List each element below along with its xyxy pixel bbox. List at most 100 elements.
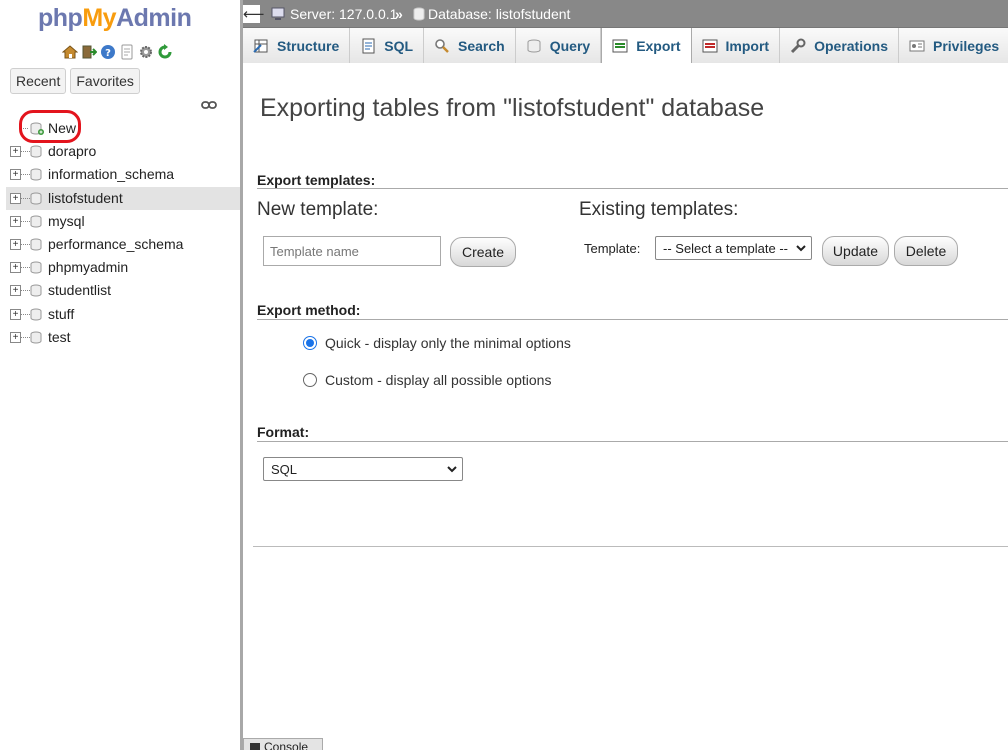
database-icon	[30, 168, 42, 181]
tree-connector	[21, 220, 30, 222]
home-icon[interactable]	[62, 44, 78, 60]
quick-links: ?	[62, 43, 173, 61]
tree-connector	[21, 267, 30, 269]
tab-label: Structure	[277, 37, 340, 54]
settings-icon[interactable]	[138, 44, 154, 60]
favorites-tab[interactable]: Favorites	[70, 68, 140, 94]
content-divider	[253, 546, 1008, 547]
help-icon[interactable]: ?	[100, 44, 116, 60]
wrench-icon	[790, 38, 806, 54]
format-select-value: SQL	[271, 461, 298, 477]
create-button[interactable]: Create	[450, 237, 516, 267]
expand-icon[interactable]: +	[10, 285, 21, 297]
database-icon	[30, 238, 42, 251]
expand-icon[interactable]: +	[10, 262, 21, 274]
section-divider	[257, 188, 1008, 189]
tab-label: Privileges	[933, 37, 1000, 54]
quick-export-option[interactable]: Quick - display only the minimal options	[303, 335, 571, 351]
section-divider	[257, 319, 1008, 320]
tree-connector	[21, 313, 30, 315]
recent-tab[interactable]: Recent	[10, 68, 67, 94]
recent-favorites-tabs: Recent Favorites	[10, 68, 140, 94]
export-templates-heading: Export templates:	[257, 172, 376, 188]
tree-item-stuff[interactable]: + stuff	[6, 303, 240, 326]
template-select[interactable]: -- Select a template --	[655, 236, 812, 260]
tree-item-mysql[interactable]: + mysql	[6, 210, 240, 233]
expand-icon[interactable]: +	[10, 192, 21, 204]
custom-export-option[interactable]: Custom - display all possible options	[303, 372, 551, 388]
breadcrumb-database[interactable]: Database: listofstudent	[413, 6, 570, 22]
breadcrumb-server[interactable]: Server: 127.0.0.1	[271, 6, 397, 22]
tree-item-test[interactable]: + test	[6, 326, 240, 349]
docs-icon[interactable]	[119, 44, 135, 60]
tree-item-label: stuff	[48, 305, 75, 322]
custom-radio[interactable]	[303, 373, 317, 387]
tab-label: Search	[458, 37, 505, 54]
template-name-input[interactable]	[263, 236, 441, 266]
database-tree: New + dorapro + information_schema + listofst…	[6, 117, 240, 349]
main-content: Exporting tables from "listofstudent" da…	[243, 63, 1008, 750]
existing-templates-heading: Existing templates:	[579, 199, 739, 220]
tab-export[interactable]: Export	[601, 28, 692, 64]
logout-icon[interactable]	[81, 44, 97, 60]
quick-radio[interactable]	[303, 336, 317, 350]
console-icon	[250, 742, 260, 750]
database-icon	[30, 261, 42, 274]
tab-query[interactable]: Query	[515, 28, 602, 63]
phpmyadmin-logo[interactable]: phpMyAdmin	[38, 4, 192, 33]
export-icon	[612, 38, 628, 54]
query-icon	[526, 38, 542, 54]
page-title: Exporting tables from "listofstudent" da…	[260, 94, 765, 122]
tree-item-listofstudent[interactable]: + listofstudent	[6, 186, 240, 210]
tree-item-performance-schema[interactable]: + performance_schema	[6, 233, 240, 256]
tab-label: Export	[636, 38, 681, 54]
tree-item-label: studentlist	[48, 282, 112, 299]
expand-icon[interactable]: +	[10, 215, 21, 227]
tree-item-label: dorapro	[48, 143, 97, 160]
tree-connector	[21, 197, 30, 199]
reload-icon[interactable]	[157, 44, 173, 60]
tree-item-label: information_schema	[48, 166, 175, 183]
new-template-heading: New template:	[257, 199, 379, 220]
tab-operations[interactable]: Operations	[780, 28, 899, 63]
export-method-heading: Export method:	[257, 302, 361, 318]
tab-label: Import	[725, 37, 770, 54]
tree-item-dorapro[interactable]: + dorapro	[6, 140, 240, 163]
database-icon	[30, 215, 42, 228]
logo-php: php	[38, 4, 83, 32]
tree-item-label: mysql	[48, 212, 85, 229]
tab-privileges[interactable]: Privileges	[899, 28, 1008, 63]
tab-structure[interactable]: Structure	[243, 28, 351, 63]
delete-button[interactable]: Delete	[894, 236, 958, 266]
expand-icon[interactable]: +	[10, 146, 21, 158]
format-heading: Format:	[257, 424, 310, 440]
tree-item-label: test	[48, 328, 71, 345]
link-icon[interactable]	[201, 99, 217, 111]
console-tab[interactable]: Console	[243, 738, 323, 750]
privileges-icon	[909, 38, 925, 54]
expand-icon[interactable]: +	[10, 169, 21, 181]
highlight-circle	[19, 110, 81, 143]
tree-connector	[21, 336, 30, 338]
tree-item-information-schema[interactable]: + information_schema	[6, 163, 240, 186]
tab-import[interactable]: Import	[691, 28, 781, 63]
database-icon	[30, 145, 42, 158]
search-icon	[434, 38, 450, 54]
quick-option-label: Quick - display only the minimal options	[325, 335, 571, 351]
expand-icon[interactable]: +	[10, 238, 21, 250]
tree-item-label: phpmyadmin	[48, 259, 129, 276]
tree-connector	[21, 174, 30, 176]
expand-icon[interactable]: +	[10, 308, 21, 320]
expand-icon[interactable]: +	[10, 331, 21, 343]
tab-label: Operations	[814, 37, 888, 54]
database-list: + dorapro + information_schema + listofstuden…	[6, 140, 240, 349]
collapse-arrow-icon[interactable]: ⟵	[243, 5, 265, 23]
tab-sql[interactable]: SQL	[350, 28, 425, 63]
tree-item-studentlist[interactable]: + studentlist	[6, 279, 240, 302]
server-icon	[271, 7, 285, 20]
tab-label: Query	[549, 37, 591, 54]
tree-item-phpmyadmin[interactable]: + phpmyadmin	[6, 256, 240, 279]
update-button[interactable]: Update	[822, 236, 889, 266]
format-select[interactable]: SQL	[263, 457, 463, 481]
tab-search[interactable]: Search	[424, 28, 516, 63]
